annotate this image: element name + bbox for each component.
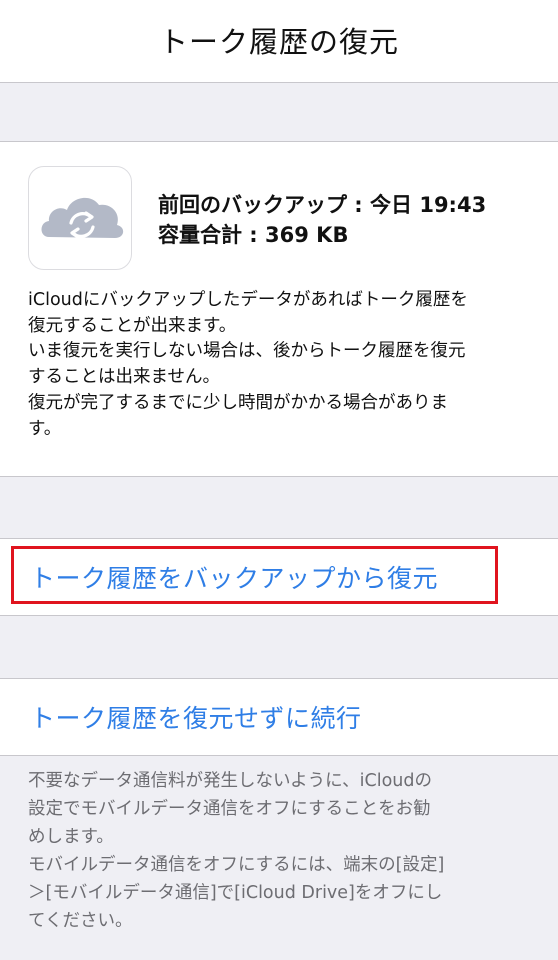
navigation-bar: トーク履歴の復元 — [0, 0, 558, 82]
backup-summary: 前回のバックアップ : 今日 19:43 容量合計 : 369 KB — [158, 190, 486, 250]
restore-from-backup-button[interactable]: トーク履歴をバックアップから復元 — [0, 539, 558, 615]
continue-without-restore-label: トーク履歴を復元せずに続行 — [30, 704, 362, 733]
divider — [0, 615, 558, 616]
note-line: モバイルデータ通信をオフにするには、端末の[設定] — [28, 855, 445, 875]
page-title: トーク履歴の復元 — [158, 25, 399, 59]
note-line: 不要なデータ通信料が発生しないように、iCloudの — [28, 771, 432, 791]
divider — [0, 82, 558, 83]
icloud-sync-icon — [41, 197, 124, 239]
icloud-icon-box — [28, 166, 132, 270]
description-line: 復元することが出来ます。 — [28, 315, 237, 336]
description-line: iCloudにバックアップしたデータがあればトーク履歴を — [28, 290, 468, 310]
total-size-label: 容量合計 : 369 KB — [158, 223, 349, 247]
divider — [0, 755, 558, 756]
description-line: することは出来ません。 — [28, 367, 220, 388]
description-line: 復元が完了するまでに少し時間がかかる場合がありま — [28, 392, 448, 413]
note-line: ＞[モバイルデータ通信]で[iCloud Drive]をオフにし — [28, 883, 443, 903]
continue-without-restore-button[interactable]: トーク履歴を復元せずに続行 — [0, 679, 558, 755]
description-line: す。 — [28, 418, 62, 439]
restore-description: iCloudにバックアップしたデータがあればトーク履歴を 復元することが出来ます… — [28, 288, 533, 442]
note-line: てください。 — [28, 911, 133, 931]
divider — [0, 476, 558, 477]
backup-info-card: 前回のバックアップ : 今日 19:43 容量合計 : 369 KB iClou… — [0, 142, 558, 476]
mobile-data-note: 不要なデータ通信料が発生しないように、iCloudの 設定でモバイルデータ通信を… — [28, 767, 538, 935]
last-backup-label: 前回のバックアップ : 今日 19:43 — [158, 193, 487, 217]
note-line: めします。 — [28, 827, 114, 847]
restore-from-backup-label: トーク履歴をバックアップから復元 — [30, 564, 439, 593]
note-line: 設定でモバイルデータ通信をオフにすることをお勧 — [28, 799, 431, 819]
description-line: いま復元を実行しない場合は、後からトーク履歴を復元 — [28, 341, 466, 362]
